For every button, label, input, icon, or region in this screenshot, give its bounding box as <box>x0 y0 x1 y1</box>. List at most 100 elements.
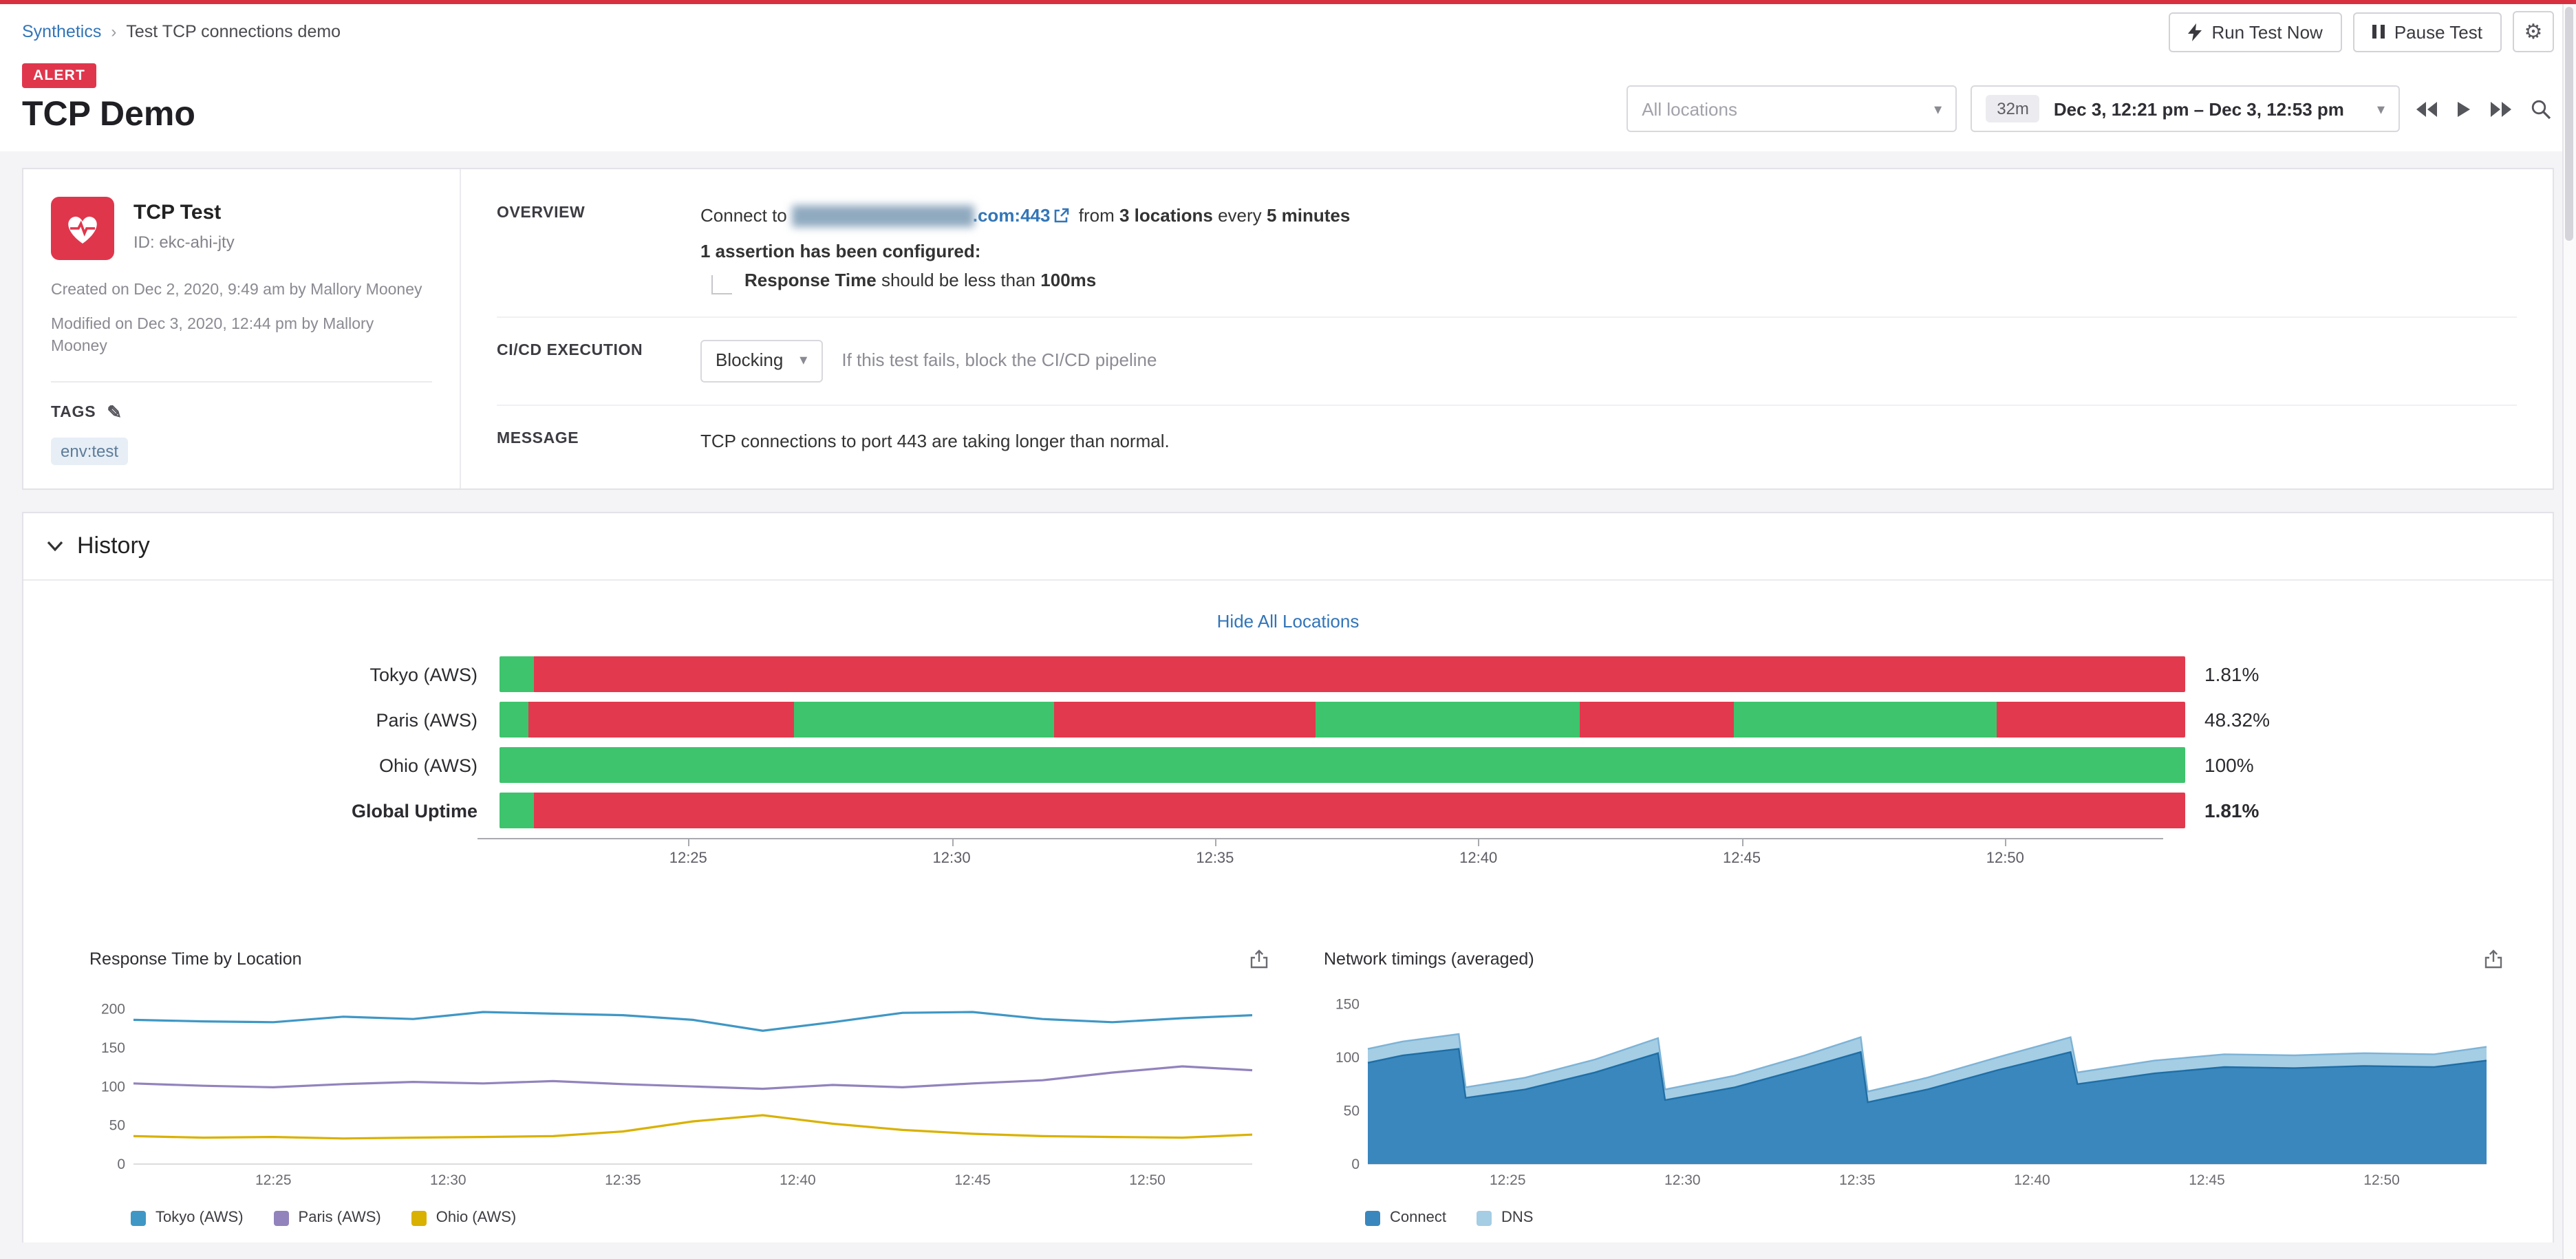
uptime-segment-down[interactable] <box>1580 702 1733 738</box>
uptime-bar[interactable] <box>500 656 2185 692</box>
cicd-execution-select[interactable]: Blocking ▾ <box>700 339 822 382</box>
redacted-host: ████████████████ <box>792 205 973 226</box>
message-label: MESSAGE <box>497 427 670 454</box>
scrollbar[interactable] <box>2562 4 2576 1259</box>
legend-item[interactable]: Paris (AWS) <box>274 1209 381 1226</box>
modified-by-text: Modified on Dec 3, 2020, 12:44 pm by Mal… <box>51 313 432 359</box>
export-icon <box>1249 949 1269 969</box>
tree-connector <box>711 275 732 294</box>
uptime-segment-up[interactable] <box>500 747 2185 783</box>
svg-text:150: 150 <box>1335 997 1360 1013</box>
tags-label: TAGS <box>51 405 96 421</box>
uptime-bar[interactable] <box>500 747 2185 783</box>
svg-text:100: 100 <box>101 1079 125 1095</box>
created-by-text: Created on Dec 2, 2020, 9:49 am by Mallo… <box>51 279 432 302</box>
play-button[interactable] <box>2455 98 2473 119</box>
uptime-row-label: Tokyo (AWS) <box>45 664 500 685</box>
axis-tick <box>1215 839 1216 846</box>
uptime-row: Ohio (AWS)100% <box>45 747 2553 783</box>
charts-row: Response Time by Location 05010015020012… <box>23 875 2553 1226</box>
uptime-row: Global Uptime1.81% <box>45 793 2553 828</box>
host-link[interactable]: .com:443 <box>973 205 1051 226</box>
run-test-now-button[interactable]: Run Test Now <box>2169 12 2341 52</box>
legend-item[interactable]: Connect <box>1365 1209 1446 1226</box>
legend-label: DNS <box>1501 1209 1533 1226</box>
locations-filter-select[interactable]: All locations ▾ <box>1627 85 1957 132</box>
test-detail-column: OVERVIEW Connect to ████████████████.com… <box>461 169 2553 488</box>
test-id: ID: ekc-ahi-jty <box>133 233 235 252</box>
uptime-percentage: 100% <box>2204 754 2254 776</box>
locations-filter-placeholder: All locations <box>1642 98 1920 119</box>
settings-button[interactable]: ⚙ <box>2513 11 2554 52</box>
chevron-down-icon <box>47 541 63 552</box>
page-header: ALERT TCP Demo All locations ▾ 32m Dec 3… <box>0 59 2576 151</box>
network-timings-chart[interactable]: 05010015012:2512:3012:3512:4012:4512:50 <box>1324 982 2503 1192</box>
rewind-icon <box>2416 101 2438 116</box>
legend-item[interactable]: Tokyo (AWS) <box>131 1209 244 1226</box>
gear-icon: ⚙ <box>2524 19 2543 44</box>
svg-text:0: 0 <box>1351 1156 1360 1172</box>
date-range-text: Dec 3, 12:21 pm – Dec 3, 12:53 pm <box>2054 98 2344 119</box>
fast-forward-button[interactable] <box>2487 98 2514 119</box>
uptime-rows: Tokyo (AWS)1.81%Paris (AWS)48.32%Ohio (A… <box>45 656 2553 828</box>
svg-text:200: 200 <box>101 1002 125 1018</box>
tag-env-test[interactable]: env:test <box>51 438 128 465</box>
pause-test-button[interactable]: Pause Test <box>2353 12 2502 52</box>
status-badge: ALERT <box>22 63 96 88</box>
uptime-segment-down[interactable] <box>533 656 2185 692</box>
fast-forward-icon <box>2489 101 2511 116</box>
axis-tick <box>1479 839 1480 846</box>
run-test-now-label: Run Test Now <box>2211 21 2322 42</box>
uptime-bar[interactable] <box>500 702 2185 738</box>
svg-text:150: 150 <box>101 1040 125 1056</box>
axis-tick-label: 12:30 <box>933 850 971 867</box>
chevron-down-icon: ▾ <box>1934 100 1942 118</box>
uptime-segment-up[interactable] <box>1733 702 1996 738</box>
uptime-segment-down[interactable] <box>1054 702 1316 738</box>
uptime-segment-up[interactable] <box>500 656 533 692</box>
svg-text:12:35: 12:35 <box>605 1172 641 1188</box>
legend-swatch <box>131 1210 146 1225</box>
svg-text:50: 50 <box>109 1118 125 1134</box>
locations-count: 3 locations <box>1119 205 1213 226</box>
uptime-segment-down[interactable] <box>533 793 2185 828</box>
export-chart-button[interactable] <box>2484 949 2503 969</box>
svg-text:12:30: 12:30 <box>430 1172 466 1188</box>
uptime-segment-down[interactable] <box>528 702 795 738</box>
topbar: Synthetics › Test TCP connections demo R… <box>0 4 2576 59</box>
assertion-heading: 1 assertion has been configured: <box>700 237 2517 264</box>
response-time-chart[interactable]: 05010015020012:2512:3012:3512:4012:4512:… <box>89 982 1269 1192</box>
uptime-row: Tokyo (AWS)1.81% <box>45 656 2553 692</box>
uptime-percentage: 48.32% <box>2204 709 2270 731</box>
svg-text:50: 50 <box>1344 1104 1360 1119</box>
zoom-search-button[interactable] <box>2528 96 2554 122</box>
history-section-toggle[interactable]: History <box>23 513 2553 581</box>
scrollbar-thumb[interactable] <box>2565 7 2573 241</box>
uptime-segment-up[interactable] <box>1316 702 1580 738</box>
breadcrumb-synthetics-link[interactable]: Synthetics <box>22 22 101 41</box>
rewind-button[interactable] <box>2414 98 2441 119</box>
hide-all-locations-link[interactable]: Hide All Locations <box>23 611 2553 632</box>
pause-test-label: Pause Test <box>2394 21 2482 42</box>
test-info-column: TCP Test ID: ekc-ahi-jty Created on Dec … <box>23 169 461 488</box>
uptime-segment-up[interactable] <box>500 793 533 828</box>
page-title: TCP Demo <box>22 95 195 135</box>
time-range-picker[interactable]: 32m Dec 3, 12:21 pm – Dec 3, 12:53 pm ▾ <box>1971 85 2400 132</box>
uptime-segment-down[interactable] <box>1997 702 2185 738</box>
series-Ohio (AWS) <box>133 1115 1252 1139</box>
edit-tags-pencil-icon[interactable]: ✎ <box>107 402 122 424</box>
lightning-icon <box>2188 23 2202 41</box>
svg-text:12:40: 12:40 <box>780 1172 816 1188</box>
legend-swatch <box>1365 1210 1380 1225</box>
svg-text:12:40: 12:40 <box>2014 1172 2050 1188</box>
legend-label: Tokyo (AWS) <box>155 1209 244 1226</box>
history-card: History Hide All Locations Tokyo (AWS)1.… <box>22 512 2554 1242</box>
legend-item[interactable]: Ohio (AWS) <box>411 1209 517 1226</box>
legend-swatch <box>411 1210 427 1225</box>
export-chart-button[interactable] <box>1249 949 1269 969</box>
uptime-segment-up[interactable] <box>500 702 528 738</box>
legend-item[interactable]: DNS <box>1477 1209 1533 1226</box>
uptime-bar[interactable] <box>500 793 2185 828</box>
assertion-value: 100ms <box>1040 270 1096 290</box>
uptime-segment-up[interactable] <box>795 702 1054 738</box>
